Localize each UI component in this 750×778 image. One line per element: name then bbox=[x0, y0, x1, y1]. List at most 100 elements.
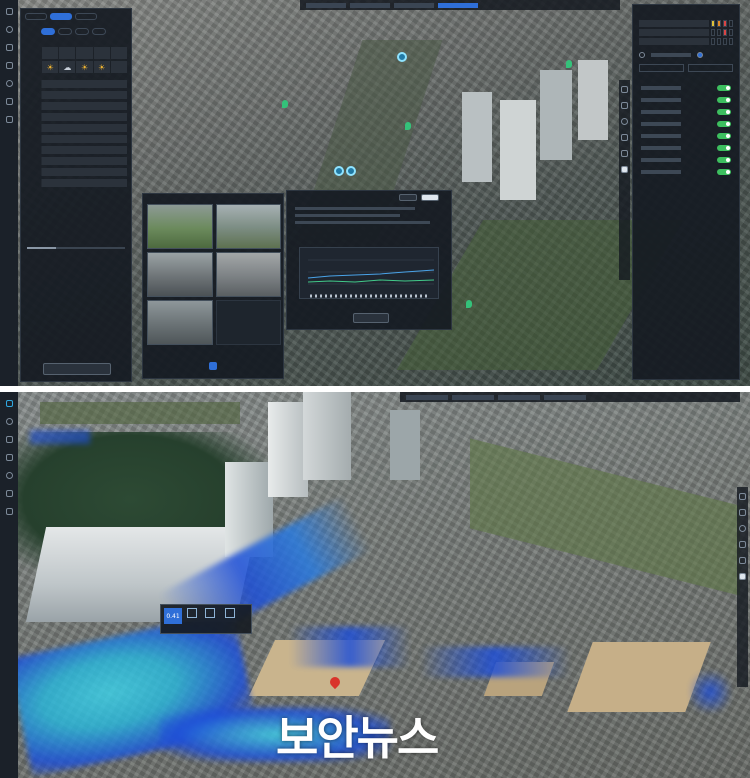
sensor-pin[interactable] bbox=[405, 122, 411, 130]
sensor-pin[interactable] bbox=[566, 60, 572, 68]
sensor-pin[interactable] bbox=[466, 300, 472, 308]
toolbar-item[interactable] bbox=[406, 394, 448, 400]
radio-icon[interactable] bbox=[697, 52, 703, 58]
settings-icon[interactable] bbox=[5, 508, 13, 515]
green-strip bbox=[40, 402, 240, 424]
camera-icon[interactable] bbox=[5, 454, 13, 461]
camera-feed[interactable] bbox=[147, 300, 213, 345]
compass-icon[interactable] bbox=[621, 118, 628, 125]
level-cell bbox=[711, 29, 715, 36]
radio-icon[interactable] bbox=[639, 52, 645, 58]
table-row bbox=[25, 135, 127, 143]
table-row bbox=[25, 102, 127, 110]
toggle-switch[interactable] bbox=[717, 97, 731, 103]
water-level-chart bbox=[299, 247, 439, 299]
layers-icon[interactable] bbox=[739, 541, 746, 548]
weather-panel: ☀ ☁ ☀ ☀ bbox=[20, 8, 132, 382]
layers-icon[interactable] bbox=[621, 134, 628, 141]
list-item bbox=[633, 118, 739, 130]
search-icon[interactable] bbox=[5, 418, 13, 425]
camera-feed[interactable] bbox=[215, 204, 281, 249]
status-panel bbox=[632, 4, 740, 380]
tab-2[interactable] bbox=[50, 13, 72, 20]
toolbar-item[interactable] bbox=[350, 2, 390, 8]
tab-1[interactable] bbox=[25, 13, 47, 20]
select-box[interactable] bbox=[688, 64, 733, 72]
sub-tab-3[interactable] bbox=[75, 28, 89, 35]
level-cell bbox=[729, 20, 733, 27]
cctv-page-button[interactable] bbox=[209, 362, 217, 370]
camera-icon[interactable] bbox=[5, 62, 13, 69]
chart-icon[interactable] bbox=[5, 98, 13, 105]
camera-feed[interactable] bbox=[147, 252, 213, 297]
table-row bbox=[25, 80, 127, 88]
header-button-2[interactable] bbox=[421, 194, 439, 201]
toolbar-item[interactable] bbox=[394, 2, 434, 8]
sensor-value: 0.41 bbox=[164, 608, 182, 624]
apply-button[interactable] bbox=[43, 363, 111, 375]
news-watermark: 보안뉴스 bbox=[276, 711, 439, 765]
toolbar-item-active[interactable] bbox=[438, 2, 478, 8]
cctv-marker[interactable] bbox=[397, 52, 407, 62]
toolbar-item[interactable] bbox=[498, 394, 540, 400]
camera-feed[interactable] bbox=[147, 204, 213, 249]
fullscreen-icon[interactable] bbox=[621, 166, 628, 173]
toolbar-item[interactable] bbox=[306, 2, 346, 8]
cctv-marker[interactable] bbox=[346, 166, 356, 176]
confirm-button[interactable] bbox=[353, 313, 389, 323]
toggle-switch[interactable] bbox=[717, 157, 731, 163]
map-icon[interactable] bbox=[5, 436, 13, 443]
search-icon[interactable] bbox=[5, 26, 13, 33]
measure-icon[interactable] bbox=[739, 557, 746, 564]
flood-channel bbox=[420, 647, 570, 677]
toggle-switch[interactable] bbox=[717, 121, 731, 127]
table-cell bbox=[59, 47, 76, 59]
zoom-out-icon[interactable] bbox=[621, 102, 628, 109]
weather-icon[interactable] bbox=[5, 80, 13, 87]
zoom-in-icon[interactable] bbox=[621, 86, 628, 93]
zoom-in-icon[interactable] bbox=[739, 493, 746, 500]
toggle-switch[interactable] bbox=[717, 109, 731, 115]
header-button-1[interactable] bbox=[399, 194, 417, 201]
gauge-icon bbox=[205, 608, 215, 618]
level-cell bbox=[717, 38, 721, 45]
toggle-switch[interactable] bbox=[717, 85, 731, 91]
table-row bbox=[25, 113, 127, 121]
layer-icon[interactable] bbox=[5, 8, 13, 15]
map-icon[interactable] bbox=[5, 44, 13, 51]
cctv-marker[interactable] bbox=[334, 166, 344, 176]
toggle-list bbox=[633, 82, 739, 178]
weather-icon[interactable] bbox=[5, 472, 13, 479]
chart-icon[interactable] bbox=[5, 490, 13, 497]
level-cell bbox=[717, 20, 721, 27]
info-text-block bbox=[295, 207, 445, 231]
cloud-icon: ☁ bbox=[59, 61, 76, 73]
bottom-screenshot: 0.41 보안뉴스 bbox=[0, 392, 750, 778]
toggle-switch[interactable] bbox=[717, 133, 731, 139]
toolbar-item[interactable] bbox=[452, 394, 494, 400]
level-cell bbox=[729, 29, 733, 36]
toggle-switch[interactable] bbox=[717, 145, 731, 151]
panel-scrollbar[interactable] bbox=[27, 247, 125, 249]
sub-tab-4[interactable] bbox=[92, 28, 106, 35]
toolbar-item[interactable] bbox=[544, 394, 586, 400]
app-logo-icon bbox=[5, 400, 13, 407]
toggle-switch[interactable] bbox=[717, 169, 731, 175]
settings-icon[interactable] bbox=[5, 116, 13, 123]
level-cell bbox=[711, 38, 715, 45]
table-row bbox=[25, 168, 127, 176]
sub-tab-2[interactable] bbox=[58, 28, 72, 35]
sub-tab-1[interactable] bbox=[41, 28, 55, 35]
select-box[interactable] bbox=[639, 64, 684, 72]
tab-3[interactable] bbox=[75, 13, 97, 20]
compass-icon[interactable] bbox=[739, 525, 746, 532]
sensor-pin[interactable] bbox=[282, 100, 288, 108]
flood-channel bbox=[290, 627, 410, 667]
camera-feed[interactable] bbox=[215, 252, 281, 297]
sensor-info-popup[interactable]: 0.41 bbox=[160, 604, 252, 634]
sun-cloud-icon: ☀ bbox=[42, 61, 59, 73]
fullscreen-icon[interactable] bbox=[739, 573, 746, 580]
measure-icon[interactable] bbox=[621, 150, 628, 157]
zoom-out-icon[interactable] bbox=[739, 509, 746, 516]
threshold-line bbox=[307, 279, 435, 283]
